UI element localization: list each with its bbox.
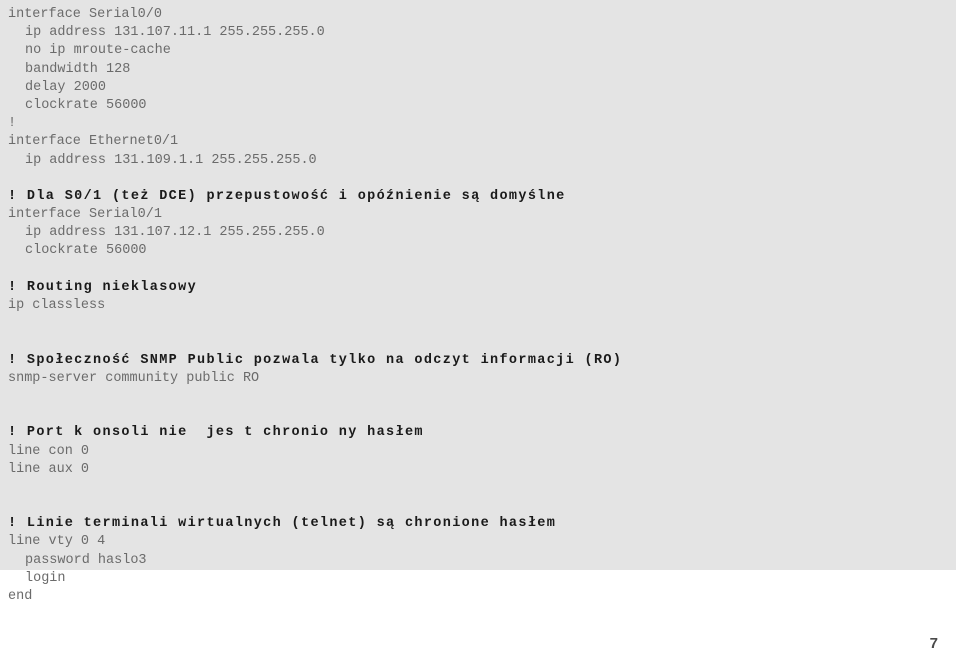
- config-code-line: password haslo3: [25, 552, 147, 568]
- config-blank-line: [8, 261, 956, 279]
- config-code-line: interface Serial0/0: [8, 7, 162, 22]
- config-code-line: login: [25, 570, 66, 586]
- config-code-line: end: [8, 589, 33, 604]
- config-blank-line: [8, 497, 956, 515]
- config-comment-line: ! Dla S0/1 (też DCE) przepustowość i opó…: [8, 188, 566, 204]
- config-code-line: ip classless: [8, 298, 106, 313]
- config-comment-line: ! Port k onsoli nie jes t chronio ny has…: [8, 425, 424, 441]
- config-comment-line: ! Linie terminali wirtualnych (telnet) s…: [8, 516, 557, 532]
- config-blank-line: [8, 315, 956, 333]
- config-code-line: ip address 131.107.12.1 255.255.255.0: [25, 225, 325, 241]
- config-code-line: clockrate 56000: [25, 97, 147, 113]
- config-blank-line: [8, 333, 956, 351]
- config-code-line: line vty 0 4: [8, 534, 106, 550]
- router-config-code-block: interface Serial0/0 ip address 131.107.11…: [0, 0, 956, 604]
- config-code-line: ip address 131.107.11.1 255.255.255.0: [25, 25, 325, 41]
- page-number: 7: [929, 635, 938, 652]
- config-code-line: !: [8, 116, 17, 132]
- config-comment-line: ! Routing nieklasowy: [8, 279, 198, 295]
- config-code-line: delay 2000: [25, 79, 107, 95]
- config-code-line: ip address 131.109.1.1 255.255.255.0: [25, 152, 317, 168]
- config-code-line: snmp-server community public RO: [8, 370, 260, 386]
- config-code-line: no ip mroute-cache: [25, 43, 171, 59]
- config-code-line: interface Serial0/1: [8, 207, 162, 223]
- config-blank-line: [8, 388, 956, 406]
- config-blank-line: [8, 479, 956, 497]
- config-blank-line: [8, 406, 956, 424]
- config-code-line: interface Ethernet0/1: [8, 134, 179, 150]
- config-code-line: line con 0: [8, 443, 90, 459]
- config-code-line: clockrate 56000: [25, 243, 147, 259]
- config-code-line: bandwidth 128: [25, 61, 131, 77]
- config-blank-line: [8, 170, 956, 188]
- config-comment-line: ! Społeczność SNMP Public pozwala tylko …: [8, 352, 623, 368]
- config-code-line: line aux 0: [8, 461, 90, 477]
